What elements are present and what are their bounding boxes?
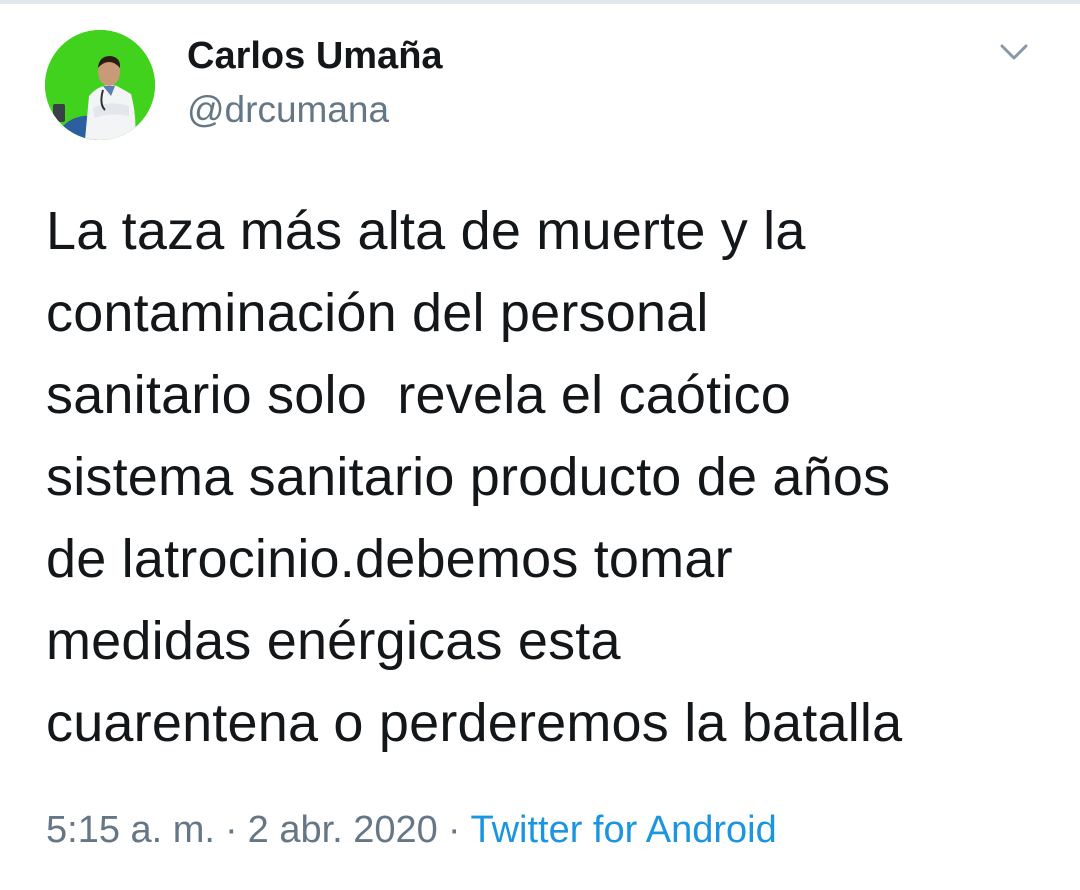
meta-separator: ·: [447, 809, 461, 851]
tweet-meta: 5:15 a. m. · 2 abr. 2020 · Twitter for Andro…: [46, 806, 777, 854]
avatar-image: [45, 30, 155, 140]
author-name[interactable]: Carlos Umaña: [187, 34, 443, 78]
avatar[interactable]: [45, 30, 155, 140]
tweet-time[interactable]: 5:15 a. m.: [46, 809, 215, 851]
tweet-source-link[interactable]: Twitter for Android: [470, 809, 776, 851]
chevron-down-icon: [1000, 44, 1028, 60]
tweet-date[interactable]: 2 abr. 2020: [248, 809, 438, 851]
tweet-text: La taza más alta de muerte y la contamin…: [46, 201, 903, 753]
meta-separator: ·: [224, 809, 238, 851]
tweet-menu-button[interactable]: [994, 36, 1034, 68]
author-handle[interactable]: @drcumana: [187, 88, 389, 132]
tweet-header: Carlos Umaña @drcumana: [0, 0, 1080, 150]
